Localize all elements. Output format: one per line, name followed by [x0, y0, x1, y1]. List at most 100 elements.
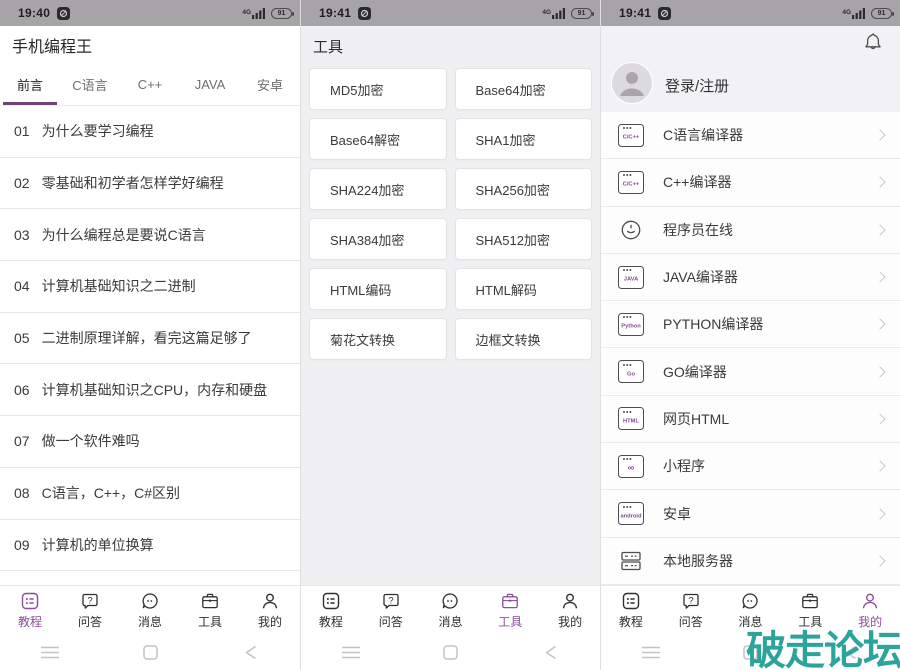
list-item[interactable]: 02零基础和初学者怎样学好编程	[0, 158, 300, 210]
chevron-right-icon	[874, 461, 885, 472]
tutorial-icon	[621, 591, 641, 611]
tool-button-border-text-convert[interactable]: 边框文转换	[455, 318, 593, 360]
list-item-local-server[interactable]: 本地服务器	[601, 538, 900, 585]
go-compiler-window-icon: Go	[617, 360, 645, 383]
item-number: 08	[14, 485, 30, 501]
login-register-link[interactable]: 登录/注册	[665, 75, 729, 96]
tutorial-list: 01为什么要学习编程 02零基础和初学者怎样学好编程 03为什么编程总是要说C语…	[0, 106, 300, 585]
tab-cpp[interactable]: C++	[120, 64, 180, 105]
cpp-compiler-window-icon: C/C++	[617, 171, 645, 194]
list-item[interactable]: 09计算机的单位换算	[0, 520, 300, 572]
nav-item-qa[interactable]: ? 问答	[60, 586, 120, 635]
svg-text:?: ?	[688, 595, 693, 606]
nav-item-tutorial[interactable]: 教程	[0, 586, 60, 635]
mine-list: C/C++ C语言编译器 C/C++ C++编译器 程序员在线 JAVA JAV…	[601, 112, 900, 585]
bottom-nav: 教程 ? 问答 消息 工具 我的	[301, 585, 600, 635]
list-item[interactable]: 05二进制原理详解，看完这篇足够了	[0, 313, 300, 365]
nav-item-messages[interactable]: 消息	[120, 586, 180, 635]
bottom-nav: 教程 ? 问答 消息 工具 我的	[0, 585, 300, 635]
app-header: 手机编程王	[0, 26, 300, 64]
nav-item-tutorial[interactable]: 教程	[601, 586, 661, 635]
nav-item-tools[interactable]: 工具	[780, 586, 840, 635]
list-item[interactable]: 07做一个软件难吗	[0, 416, 300, 468]
nav-item-messages[interactable]: 消息	[721, 586, 781, 635]
nav-item-qa[interactable]: ? 问答	[361, 586, 421, 635]
tab-bar: 前言 C语言 C++ JAVA 安卓	[0, 64, 300, 106]
item-number: 01	[14, 123, 30, 139]
list-item[interactable]: 08C语言，C++，C#区别	[0, 468, 300, 520]
chevron-right-icon	[874, 177, 885, 188]
tab-java[interactable]: JAVA	[180, 64, 240, 105]
status-time: 19:40	[18, 6, 50, 20]
list-item-c-compiler[interactable]: C/C++ C语言编译器	[601, 112, 900, 159]
list-item-cpp-compiler[interactable]: C/C++ C++编译器	[601, 159, 900, 206]
tools-icon	[200, 591, 220, 611]
tool-button-base64-encrypt[interactable]: Base64加密	[455, 68, 593, 110]
python-compiler-window-icon: Python	[617, 313, 645, 336]
list-item-java-compiler[interactable]: JAVA JAVA编译器	[601, 254, 900, 301]
list-item-go-compiler[interactable]: Go GO编译器	[601, 348, 900, 395]
panel-tools: 19:41 4G 91 工具 MD5加密 Base64加密 Base64解密 S…	[300, 0, 600, 670]
list-item-miniprogram[interactable]: ∞ 小程序	[601, 443, 900, 490]
home-button[interactable]	[100, 645, 200, 660]
online-clock-icon	[617, 218, 645, 242]
tab-c-language[interactable]: C语言	[60, 64, 120, 105]
list-item-programmer-online[interactable]: 程序员在线	[601, 207, 900, 254]
recents-button[interactable]	[301, 646, 401, 659]
tab-android[interactable]: 安卓	[240, 64, 300, 105]
page-title: 工具	[313, 36, 343, 57]
tool-button-html-encode[interactable]: HTML编码	[309, 268, 447, 310]
list-item-web-html[interactable]: HTML 网页HTML	[601, 396, 900, 443]
recents-button[interactable]	[601, 646, 701, 659]
chevron-right-icon	[874, 413, 885, 424]
back-button[interactable]	[500, 645, 600, 660]
list-item[interactable]: 04计算机基础知识之二进制	[0, 261, 300, 313]
chevron-right-icon	[874, 366, 885, 377]
tool-button-md5-encrypt[interactable]: MD5加密	[309, 68, 447, 110]
tab-preface[interactable]: 前言	[0, 64, 60, 105]
list-item[interactable]: 06计算机基础知识之CPU，内存和硬盘	[0, 364, 300, 416]
svg-text:?: ?	[87, 595, 92, 606]
qa-icon: ?	[381, 591, 401, 611]
nav-item-mine[interactable]: 我的	[840, 586, 900, 635]
home-button[interactable]	[401, 645, 501, 660]
list-item[interactable]: 03为什么编程总是要说C语言	[0, 209, 300, 261]
profile-row[interactable]: 登录/注册	[601, 58, 900, 112]
miniprogram-window-icon: ∞	[617, 455, 645, 478]
list-item[interactable]: 01为什么要学习编程	[0, 106, 300, 158]
tool-button-base64-decrypt[interactable]: Base64解密	[309, 118, 447, 160]
nav-item-qa[interactable]: ? 问答	[661, 586, 721, 635]
recents-button[interactable]	[0, 646, 100, 659]
nav-item-mine[interactable]: 我的	[240, 586, 300, 635]
list-item-python-compiler[interactable]: Python PYTHON编译器	[601, 301, 900, 348]
tool-button-juhua-convert[interactable]: 菊花文转换	[309, 318, 447, 360]
tool-button-sha256-encrypt[interactable]: SHA256加密	[455, 168, 593, 210]
nav-item-tutorial[interactable]: 教程	[301, 586, 361, 635]
bell-icon[interactable]	[862, 31, 884, 58]
tool-button-sha512-encrypt[interactable]: SHA512加密	[455, 218, 593, 260]
tool-button-sha224-encrypt[interactable]: SHA224加密	[309, 168, 447, 210]
list-item-android[interactable]: android 安卓	[601, 490, 900, 537]
nav-item-messages[interactable]: 消息	[421, 586, 481, 635]
bottom-nav: 教程 ? 问答 消息 工具 我的	[601, 585, 900, 635]
item-number: 06	[14, 382, 30, 398]
tools-icon	[800, 591, 820, 611]
mine-icon	[860, 591, 880, 611]
nav-item-tools[interactable]: 工具	[480, 586, 540, 635]
status-bar: 19:40 4G 91	[0, 0, 300, 26]
nav-item-mine[interactable]: 我的	[540, 586, 600, 635]
mine-icon	[560, 591, 580, 611]
signal-icon: 4G	[242, 8, 266, 19]
app-screenshot-strip: 19:40 4G 91 手机编程王 前言 C语言 C++ JAVA 安卓 01为…	[0, 0, 900, 670]
tool-button-sha384-encrypt[interactable]: SHA384加密	[309, 218, 447, 260]
server-icon	[617, 549, 645, 573]
back-button[interactable]	[200, 645, 300, 660]
chevron-right-icon	[874, 224, 885, 235]
tool-button-html-decode[interactable]: HTML解码	[455, 268, 593, 310]
tool-button-sha1-encrypt[interactable]: SHA1加密	[455, 118, 593, 160]
item-title: 计算机的单位换算	[42, 535, 154, 555]
system-nav-bar	[0, 635, 300, 670]
watermark-text: 破走论坛	[746, 631, 900, 670]
nav-item-tools[interactable]: 工具	[180, 586, 240, 635]
signal-icon: 4G	[842, 8, 866, 19]
